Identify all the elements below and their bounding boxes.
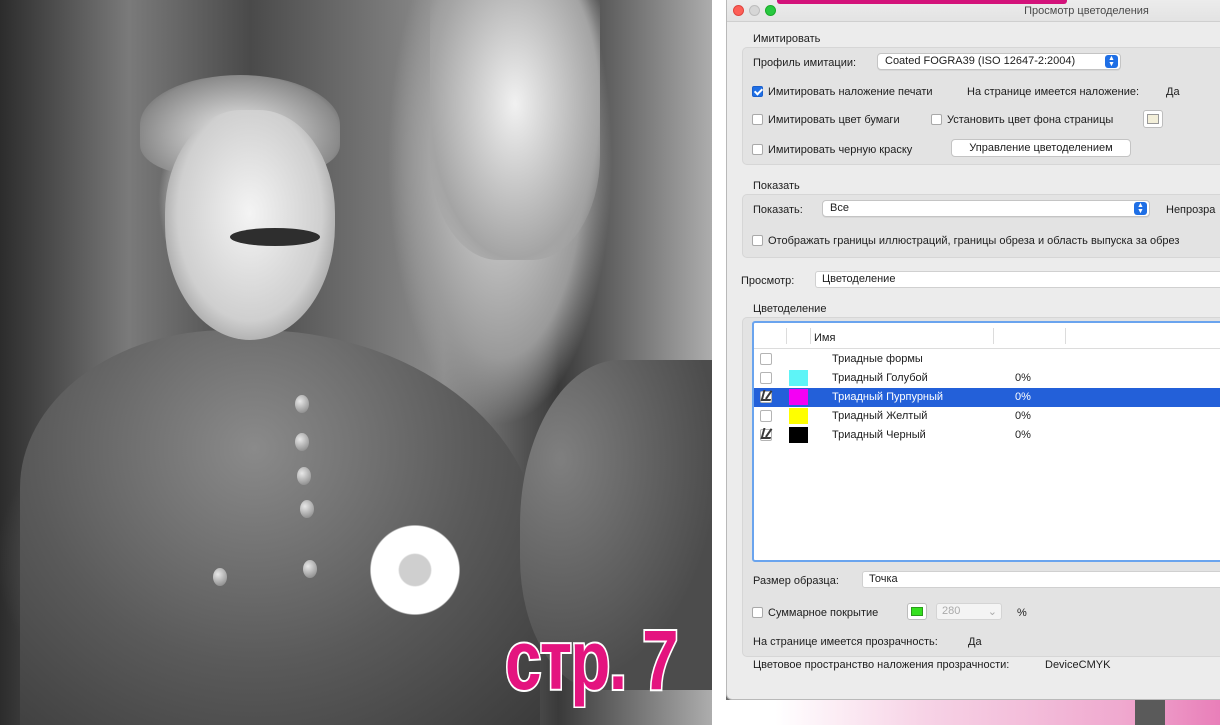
ink-color-swatch bbox=[789, 427, 808, 443]
photo-face bbox=[165, 110, 335, 340]
page-has-overprint-value: Да bbox=[1166, 86, 1180, 98]
show-value: Все bbox=[830, 202, 849, 214]
coverage-highlight-swatch[interactable] bbox=[907, 603, 927, 620]
table-header: Имя bbox=[754, 323, 1220, 349]
photo-flower bbox=[365, 520, 465, 620]
ink-color-swatch bbox=[789, 389, 808, 405]
ink-color-swatch bbox=[789, 408, 808, 424]
column-divider bbox=[810, 328, 811, 344]
photo-shirt-button bbox=[297, 467, 311, 485]
page-has-transparency-label: На странице имеется прозрачность: bbox=[753, 636, 938, 648]
simulate-black-ink-checkbox[interactable] bbox=[752, 144, 763, 155]
window-title: Просмотр цветоделения bbox=[1024, 5, 1149, 17]
separation-name: Триадные формы bbox=[832, 353, 923, 365]
table-row[interactable]: Триадный Желтый 0% bbox=[754, 407, 1220, 426]
document-gutter bbox=[712, 0, 726, 725]
separation-visibility-checkbox[interactable] bbox=[760, 391, 772, 403]
separation-name: Триадный Голубой bbox=[832, 372, 928, 384]
document-underlay-dark bbox=[1135, 700, 1165, 725]
ink-manager-button[interactable]: Управление цветоделением bbox=[951, 139, 1131, 157]
opacity-label: Непрозра bbox=[1166, 204, 1216, 216]
sample-size-popup[interactable]: Точка bbox=[862, 571, 1220, 588]
name-column-header[interactable]: Имя bbox=[814, 332, 835, 344]
separation-percentage: 0% bbox=[1015, 410, 1031, 422]
set-page-background-checkbox[interactable] bbox=[931, 114, 942, 125]
page-background-color-swatch[interactable] bbox=[1143, 110, 1163, 128]
simulate-overprint-label: Имитировать наложение печати bbox=[768, 86, 933, 98]
table-row[interactable]: Триадный Голубой 0% bbox=[754, 369, 1220, 388]
separation-visibility-checkbox[interactable] bbox=[760, 410, 772, 422]
photo-shirt bbox=[20, 330, 540, 725]
total-coverage-checkbox[interactable] bbox=[752, 607, 763, 618]
show-label: Показать: bbox=[753, 204, 803, 216]
column-divider bbox=[1065, 328, 1066, 344]
transparency-blend-space-value: DeviceCMYK bbox=[1045, 659, 1111, 671]
chevron-down-icon: ⌄ bbox=[987, 606, 997, 618]
column-divider bbox=[786, 328, 787, 344]
simulate-black-ink-label: Имитировать черную краску bbox=[768, 144, 913, 156]
coverage-color-chip bbox=[911, 607, 923, 616]
simulate-paper-color-checkbox[interactable] bbox=[752, 114, 763, 125]
show-popup[interactable]: Все ▲ ▼ bbox=[822, 200, 1150, 217]
separation-visibility-checkbox[interactable] bbox=[760, 353, 772, 365]
separation-percentage: 0% bbox=[1015, 391, 1031, 403]
simulation-profile-popup[interactable]: Coated FOGRA39 (ISO 12647-2:2004) ▲ ▼ bbox=[877, 53, 1121, 70]
sample-size-label: Размер образца: bbox=[753, 575, 839, 587]
page-number-label: стр. 7 bbox=[503, 611, 680, 709]
preview-popup[interactable]: Цветоделение bbox=[815, 271, 1220, 288]
simulate-overprint-checkbox[interactable] bbox=[752, 86, 763, 97]
simulate-section-label: Имитировать bbox=[753, 33, 821, 45]
show-section-label: Показать bbox=[753, 180, 800, 192]
separation-name: Триадный Черный bbox=[832, 429, 926, 441]
photo-shirt-button bbox=[295, 433, 309, 451]
column-divider bbox=[993, 328, 994, 344]
background-color-chip bbox=[1147, 114, 1159, 124]
page-has-overprint-label: На странице имеется наложение: bbox=[967, 86, 1140, 98]
coverage-unit: % bbox=[1017, 607, 1027, 619]
simulation-profile-value: Coated FOGRA39 (ISO 12647-2:2004) bbox=[885, 55, 1076, 67]
ink-color-swatch bbox=[789, 370, 808, 386]
separation-name: Триадный Желтый bbox=[832, 410, 928, 422]
separation-name: Триадный Пурпурный bbox=[832, 391, 944, 403]
separations-section-label: Цветоделение bbox=[753, 303, 827, 315]
set-page-background-label: Установить цвет фона страницы bbox=[947, 114, 1114, 126]
table-row[interactable]: Триадные формы bbox=[754, 350, 1220, 369]
show-boundaries-label: Отображать границы иллюстраций, границы … bbox=[768, 235, 1180, 247]
popup-arrows-icon: ▲ ▼ bbox=[1134, 202, 1147, 215]
photo-shirt-button bbox=[303, 560, 317, 578]
separations-table[interactable]: Имя Триадные формы Триадный Голубой 0% Триа… bbox=[752, 321, 1220, 562]
separation-percentage: 0% bbox=[1015, 372, 1031, 384]
photo-shirt-button bbox=[300, 500, 314, 518]
show-boundaries-checkbox[interactable] bbox=[752, 235, 763, 246]
photo-shirt-button bbox=[295, 395, 309, 413]
title-bar[interactable]: Просмотр цветоделения bbox=[727, 0, 1220, 22]
simulate-paper-color-label: Имитировать цвет бумаги bbox=[768, 114, 900, 126]
separation-percentage: 0% bbox=[1015, 429, 1031, 441]
simulation-profile-label: Профиль имитации: bbox=[753, 57, 857, 69]
photo-shirt-button bbox=[213, 568, 227, 586]
total-coverage-label: Суммарное покрытие bbox=[768, 607, 879, 619]
photo-figure bbox=[430, 0, 600, 260]
page-has-transparency-value: Да bbox=[968, 636, 982, 648]
table-row[interactable]: Триадный Пурпурный 0% bbox=[754, 388, 1220, 407]
coverage-value-field[interactable]: 280 ⌄ bbox=[936, 603, 1002, 620]
table-row[interactable]: Триадный Черный 0% bbox=[754, 426, 1220, 445]
output-preview-window: Просмотр цветоделения Имитировать Профил… bbox=[726, 0, 1220, 700]
document-edge bbox=[777, 0, 1067, 4]
separation-visibility-checkbox[interactable] bbox=[760, 372, 772, 384]
photo-mustache bbox=[230, 228, 320, 246]
transparency-blend-space-label: Цветовое пространство наложения прозрачн… bbox=[753, 659, 1010, 671]
separation-visibility-checkbox[interactable] bbox=[760, 429, 772, 441]
popup-arrows-icon: ▲ ▼ bbox=[1105, 55, 1118, 68]
preview-label: Просмотр: bbox=[741, 275, 795, 287]
coverage-value: 280 bbox=[942, 605, 961, 617]
